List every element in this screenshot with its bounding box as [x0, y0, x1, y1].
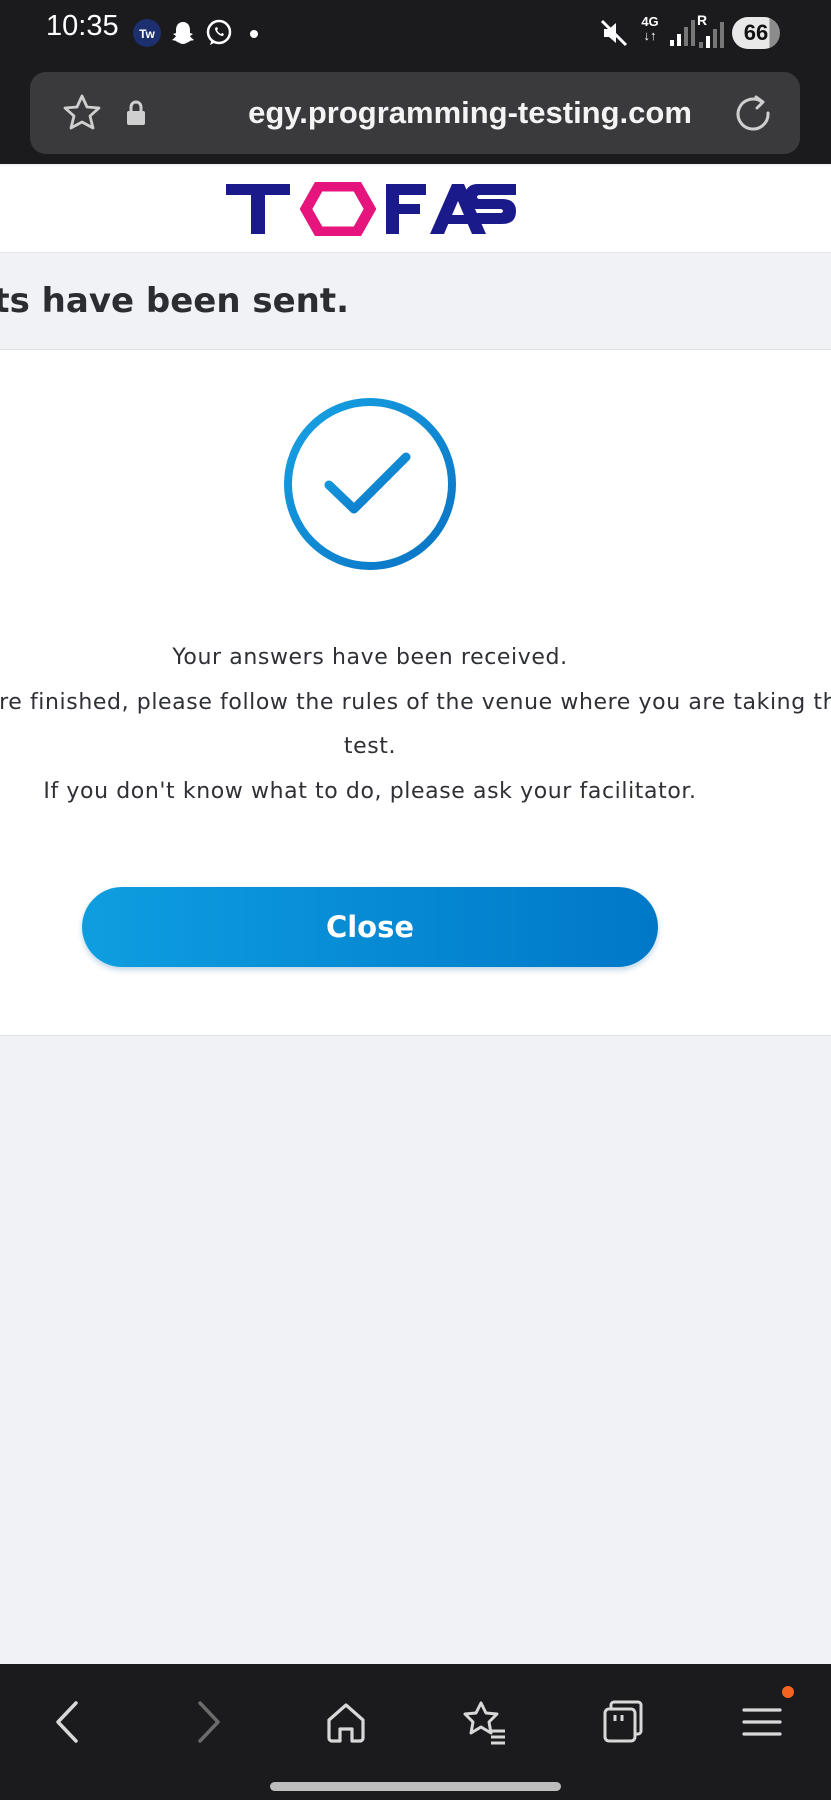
- browser-toolbar: egy.programming-testing.com: [0, 62, 831, 164]
- tabs-icon[interactable]: [581, 1684, 665, 1760]
- whatsapp-icon: [206, 19, 232, 45]
- signal-icon: [670, 20, 695, 46]
- url-text[interactable]: egy.programming-testing.com: [220, 72, 720, 154]
- lock-icon: [120, 72, 152, 154]
- forward-icon[interactable]: [166, 1684, 250, 1760]
- message-line-4: If you don't know what to do, please ask…: [43, 779, 697, 804]
- message-line-3: test.: [343, 734, 397, 759]
- network-type: 4G: [641, 14, 659, 29]
- gesture-bar[interactable]: [270, 1782, 561, 1791]
- browser-bottom-nav: [0, 1664, 831, 1800]
- site-header: [0, 166, 831, 253]
- signal-sim2: R: [697, 12, 727, 52]
- close-button[interactable]: Close: [82, 887, 658, 967]
- svg-text:Tw: Tw: [139, 27, 155, 41]
- signal-icon-2: [699, 22, 724, 48]
- snapchat-icon: [172, 22, 194, 44]
- back-icon[interactable]: [26, 1684, 110, 1760]
- tofas-logo: [226, 182, 516, 236]
- status-bar: 10:35 Tw 4G ↓↑ R 66: [0, 0, 831, 62]
- twitch-like-icon: Tw: [133, 19, 161, 47]
- check-circle-icon: [284, 398, 456, 570]
- page-title: Results have been sent.: [0, 281, 350, 321]
- mute-icon: [600, 19, 628, 47]
- status-time: 10:35: [46, 10, 119, 42]
- home-icon[interactable]: [304, 1684, 388, 1760]
- title-band: Results have been sent.: [0, 253, 831, 350]
- reload-icon[interactable]: [726, 72, 782, 154]
- url-bar[interactable]: egy.programming-testing.com: [30, 72, 800, 154]
- notification-dot: [782, 1686, 794, 1698]
- network-indicator: 4G ↓↑: [641, 14, 659, 43]
- bookmarks-icon[interactable]: [443, 1684, 527, 1760]
- dot-icon: [250, 30, 258, 38]
- message-line-2: When you are finished, please follow the…: [0, 690, 831, 715]
- message-line-1: Your answers have been received.: [172, 645, 568, 670]
- star-icon[interactable]: [58, 72, 106, 154]
- result-card: Your answers have been received. When yo…: [0, 350, 831, 1036]
- battery-indicator: 66: [732, 17, 780, 49]
